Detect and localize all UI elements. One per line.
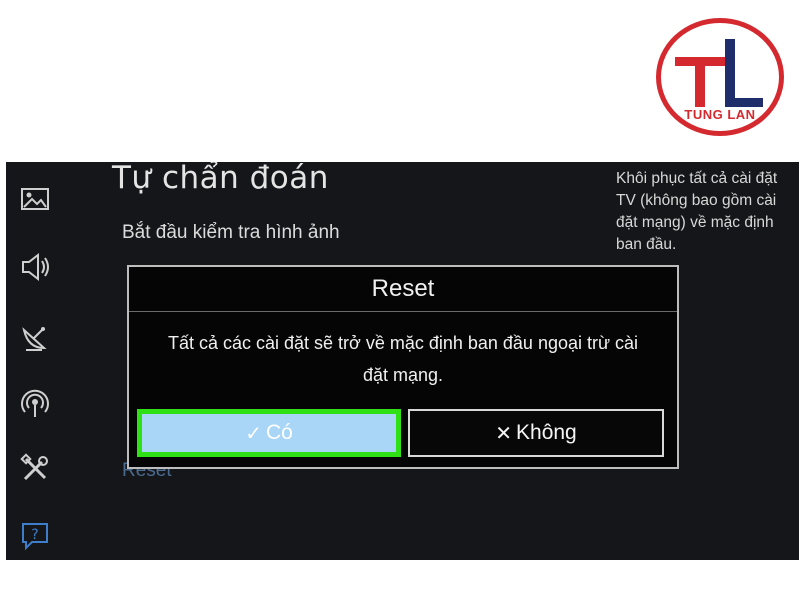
no-button[interactable]: ✕ Không <box>408 409 664 457</box>
picture-icon[interactable] <box>18 182 52 216</box>
broadcast-icon[interactable] <box>18 320 52 354</box>
yes-button[interactable]: ✓ Có <box>137 409 401 457</box>
support-icon[interactable]: ? <box>18 518 52 552</box>
dialog-message: Tất cả các cài đặt sẽ trở về mặc định ba… <box>139 327 667 391</box>
close-icon: ✕ <box>495 422 513 445</box>
sound-icon[interactable] <box>18 250 52 284</box>
tools-icon[interactable] <box>18 452 52 486</box>
sidebar: ? <box>6 162 66 560</box>
network-icon[interactable] <box>18 386 52 420</box>
menu-item-picture-test[interactable]: Bắt đầu kiểm tra hình ảnh <box>122 222 340 244</box>
no-button-label: Không <box>516 421 577 444</box>
check-icon: ✓ <box>245 422 262 445</box>
yes-button-label: Có <box>265 421 293 444</box>
dialog-message-line-2: đặt mạng. <box>362 365 444 385</box>
logo-text: TUNG LAN <box>684 107 756 122</box>
dialog-message-line-1: Tất cả các cài đặt sẽ trở về mặc định ba… <box>167 333 639 353</box>
dialog-title: Reset <box>371 275 435 302</box>
reset-dialog: Reset Tất cả các cài đặt sẽ trở về mặc đ… <box>127 265 679 469</box>
menu-title: Tự chẩn đoán <box>112 162 329 196</box>
tung-lan-logo: TUNG LAN <box>656 18 784 136</box>
help-text: Khôi phục tất cả cài đặt TV (không bao g… <box>616 170 778 253</box>
dialog-divider <box>129 311 677 312</box>
svg-text:?: ? <box>31 527 38 543</box>
tv-settings-screen: ? Tự chẩn đoán Bắt đầu kiểm tra hình ảnh… <box>6 162 799 560</box>
